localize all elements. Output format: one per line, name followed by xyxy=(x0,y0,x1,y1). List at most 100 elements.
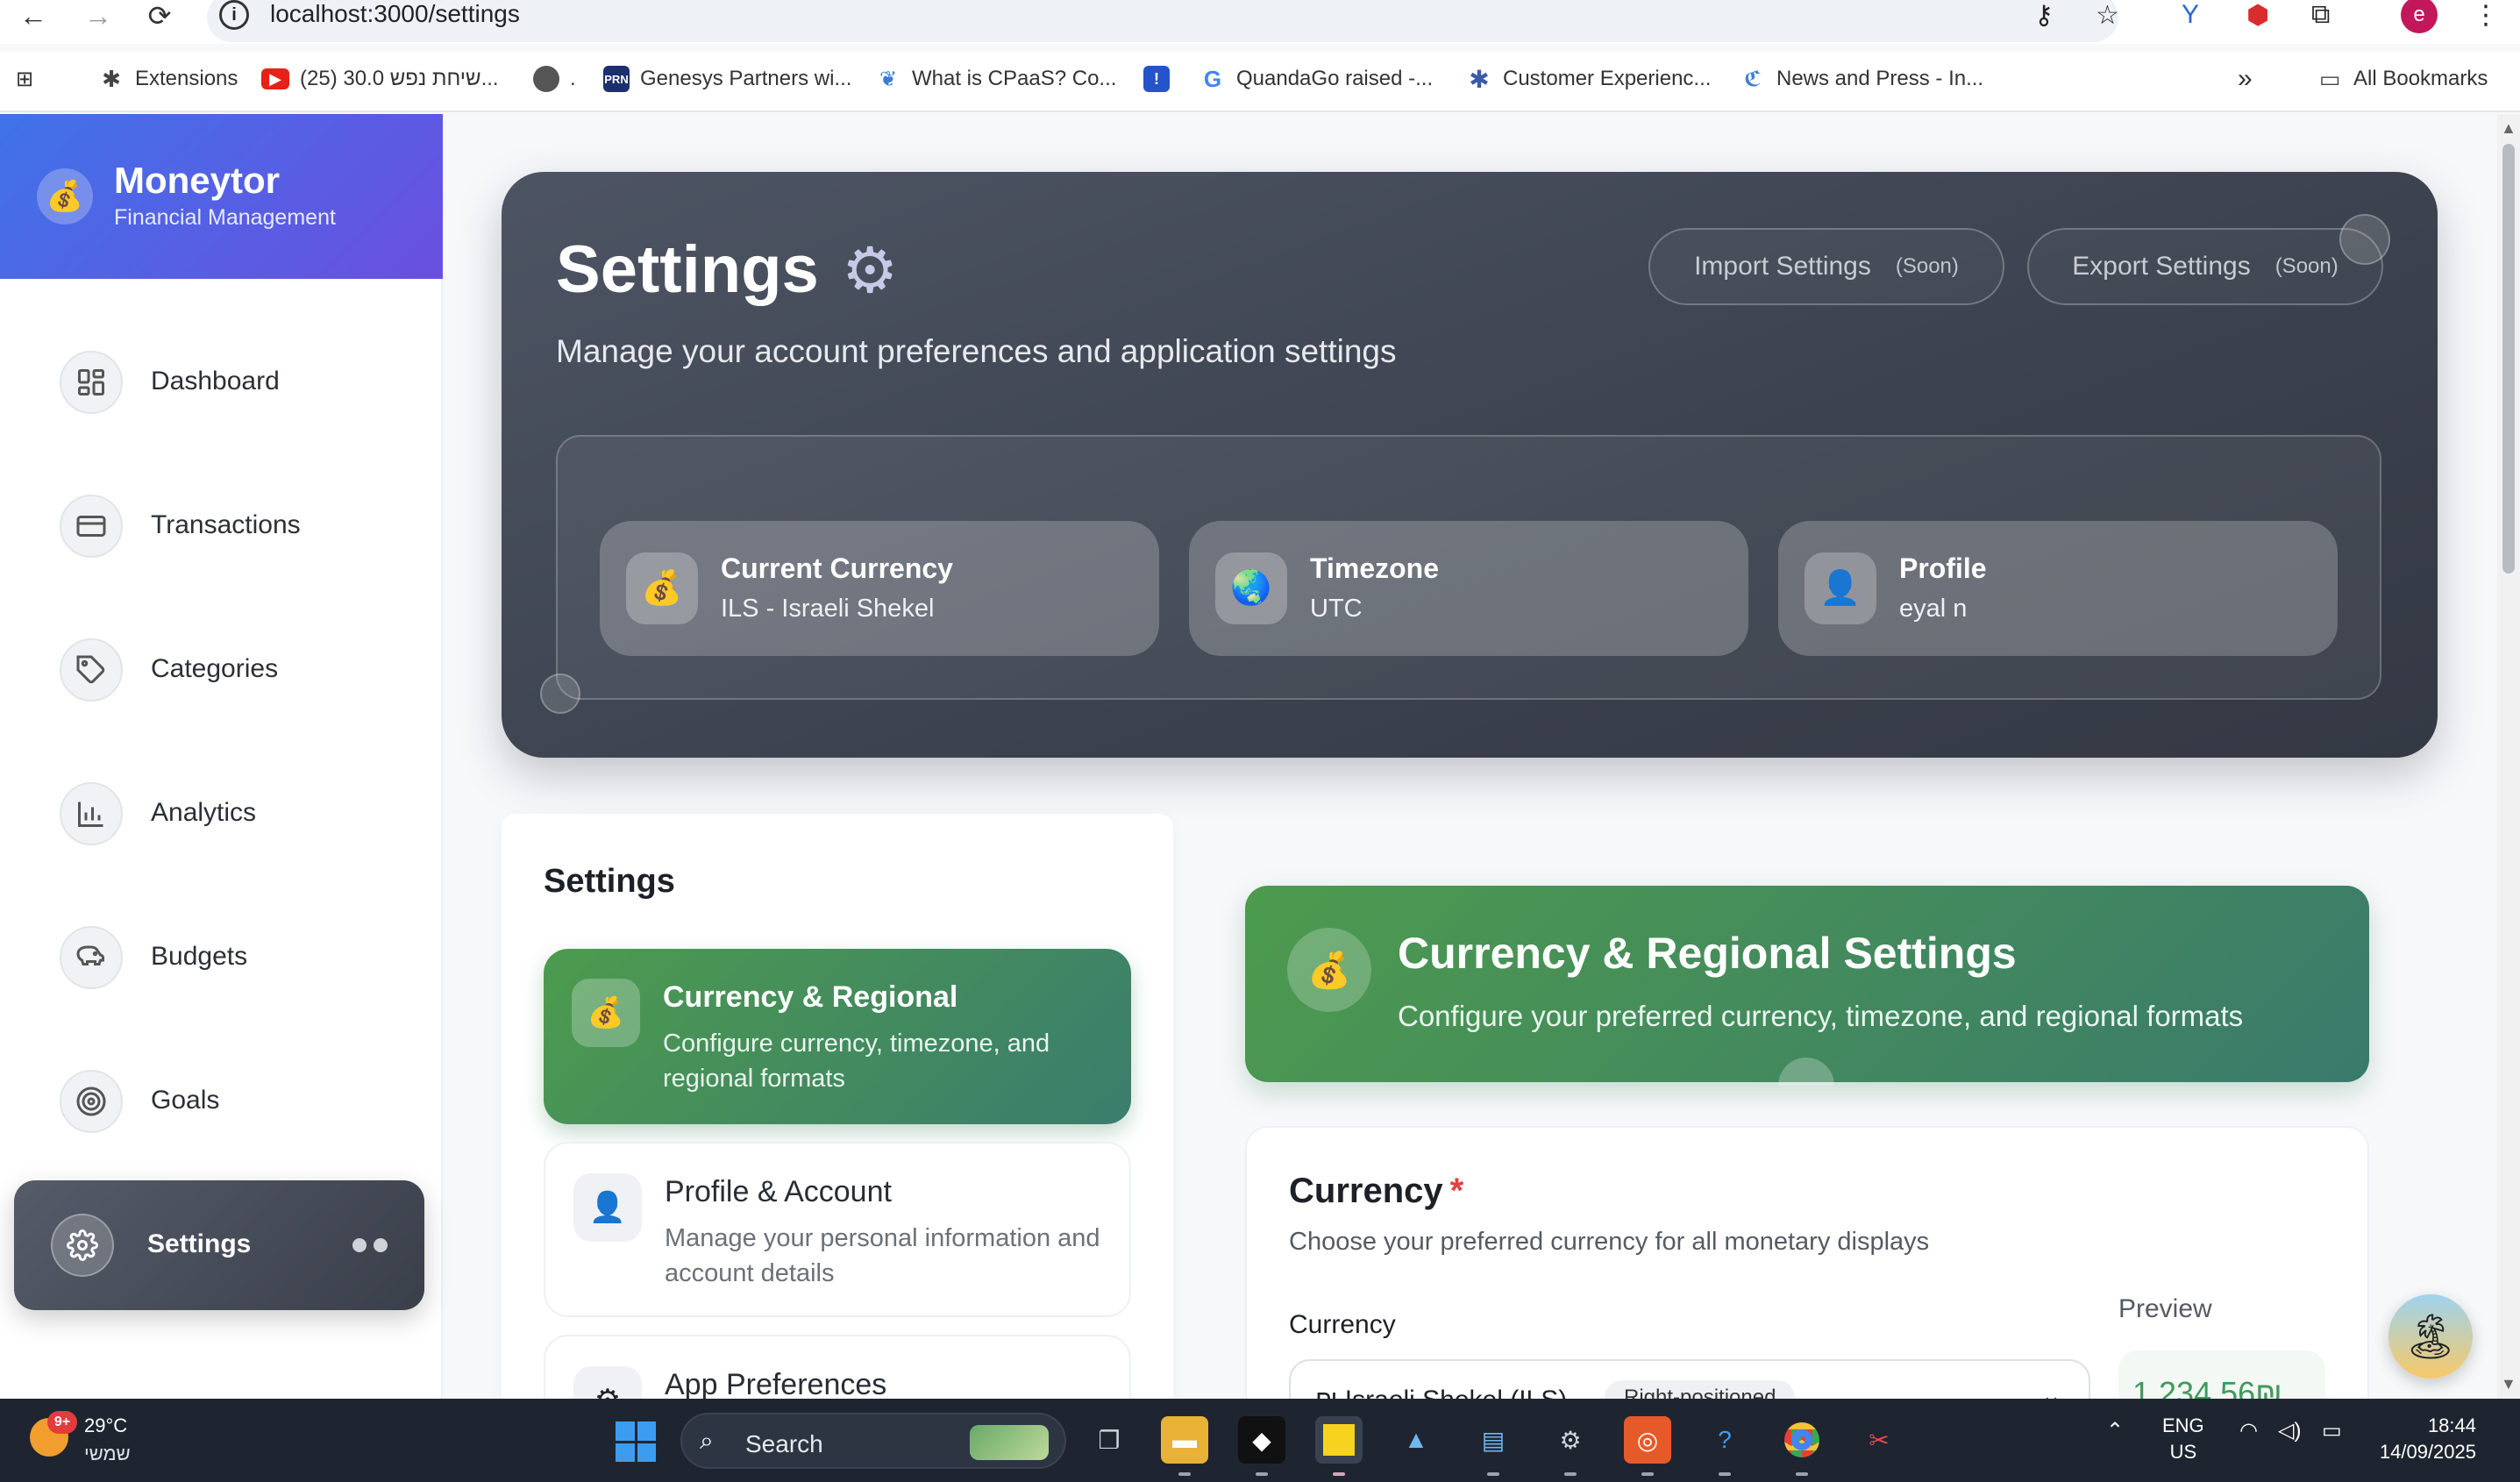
sidebar-item-analytics[interactable]: Analytics xyxy=(0,756,443,861)
sidebar-item-settings[interactable]: Settings xyxy=(14,1180,424,1310)
menu-item-currency-regional[interactable]: 💰 Currency & Regional Configure currency… xyxy=(544,949,1131,1124)
bookmark-customer-experience[interactable]: ✱ Customer Experienc... xyxy=(1466,63,1711,95)
settings-menu: Settings 💰 Currency & Regional Configure… xyxy=(502,814,1173,1482)
google-icon: G xyxy=(1203,65,1222,92)
task-view-icon[interactable]: ❐ xyxy=(1086,1416,1133,1464)
stat-card-profile: 👤 Profile eyal n xyxy=(1778,521,2338,656)
money-bag-icon: 💰 xyxy=(37,168,93,224)
decorative-circle xyxy=(2339,214,2390,265)
wifi-icon[interactable]: ◠ xyxy=(2239,1418,2258,1443)
volume-icon[interactable]: ◁) xyxy=(2278,1418,2301,1443)
section-subtitle: Configure your preferred currency, timez… xyxy=(1398,1000,2244,1032)
sidebar-item-goals[interactable]: Goals xyxy=(0,1044,443,1149)
bookmark-dot[interactable]: . xyxy=(533,63,576,95)
money-bag-icon: 💰 xyxy=(1287,928,1371,1012)
prn-icon: PRN xyxy=(603,66,630,92)
dashboard-icon xyxy=(60,351,123,414)
stat-card-currency: 💰 Current Currency ILS - Israeli Shekel xyxy=(600,521,1159,656)
youtube-icon: ▶ xyxy=(261,68,289,89)
windows-taskbar: 9+ 29°C שמשי ⌕ Search ❐ ▬ ◆ ▲ ▤ ⚙ ◎ ? ✂ … xyxy=(0,1399,2520,1482)
sidebar-item-label: Analytics xyxy=(151,798,257,827)
sticky-notes-icon[interactable] xyxy=(1315,1416,1363,1476)
exclamation-icon: ! xyxy=(1143,66,1170,92)
weather-temperature[interactable]: 29°C xyxy=(84,1414,127,1437)
bookmark-quandago[interactable]: G QuandaGo raised -... xyxy=(1199,63,1433,95)
extension-shield-icon[interactable]: ⬢ xyxy=(2246,0,2269,30)
section-header: 💰 Currency & Regional Settings Configure… xyxy=(1245,886,2369,1086)
taskbar-search[interactable]: ⌕ Search xyxy=(680,1413,1066,1469)
stocks-app-icon[interactable]: ▲ xyxy=(1392,1416,1440,1464)
battery-icon[interactable]: ▭ xyxy=(2322,1418,2342,1443)
back-icon[interactable]: ← xyxy=(16,0,51,32)
menu-item-profile-account[interactable]: 👤 Profile & Account Manage your personal… xyxy=(544,1142,1131,1317)
apps-grid-icon[interactable]: ⊞ xyxy=(16,63,33,95)
bookmark-star-icon[interactable]: ☆ xyxy=(2096,0,2119,30)
help-icon[interactable]: ? xyxy=(1701,1416,1748,1476)
brand-name: Moneytor xyxy=(114,160,280,201)
gear-icon xyxy=(51,1214,114,1277)
all-bookmarks[interactable]: ▭ All Bookmarks xyxy=(2317,63,2488,95)
terminal-app-icon[interactable]: ◆ xyxy=(1238,1416,1285,1476)
brand-subtitle: Financial Management xyxy=(114,205,336,230)
url-text[interactable]: localhost:3000/settings xyxy=(270,0,520,28)
chrome-icon[interactable] xyxy=(1778,1416,1826,1476)
settings-app-icon[interactable]: ⚙ xyxy=(1547,1416,1594,1476)
brand-header[interactable]: 💰 Moneytor Financial Management xyxy=(0,114,443,279)
currency-card-subtitle: Choose your preferred currency for all m… xyxy=(1289,1228,1930,1256)
currency-card: Currency * Choose your preferred currency… xyxy=(1245,1126,2369,1442)
weather-condition: שמשי xyxy=(84,1443,131,1464)
tag-icon xyxy=(60,638,123,702)
beach-assistant-button[interactable]: 🏝 xyxy=(2388,1294,2473,1379)
sidebar-item-dashboard[interactable]: Dashboard xyxy=(0,324,443,430)
currency-field-label: Currency xyxy=(1289,1310,1396,1339)
globe-icon: 🌏 xyxy=(1215,552,1287,624)
menu-kebab-icon[interactable]: ⋮ xyxy=(2473,0,2499,30)
snipping-tool-icon[interactable]: ✂ xyxy=(1855,1416,1903,1464)
sidebar-item-label: Transactions xyxy=(151,510,301,539)
extension-y-icon[interactable]: Y xyxy=(2182,0,2199,30)
bookmark-youtube[interactable]: ▶ (25) שיחת נפש 30.0... xyxy=(261,63,499,95)
export-settings-button[interactable]: Export Settings (Soon) xyxy=(2027,228,2383,305)
profile-avatar[interactable]: e xyxy=(2401,0,2438,33)
extensions-puzzle-icon[interactable]: ⧉ xyxy=(2311,0,2330,30)
forward-icon[interactable]: → xyxy=(81,0,116,32)
puzzle-icon: ✱ xyxy=(102,65,121,92)
card-icon xyxy=(60,495,123,558)
notepad-icon[interactable]: ▤ xyxy=(1470,1416,1517,1476)
site-info-icon[interactable]: i xyxy=(219,0,249,30)
language-indicator[interactable]: ENG US xyxy=(2162,1413,2204,1465)
sidebar-item-budgets[interactable]: Budgets xyxy=(0,900,443,1005)
windows-start-icon[interactable] xyxy=(616,1421,656,1462)
page-scrollbar[interactable]: ▲ ▼ xyxy=(2497,114,2520,1399)
bookmark-genesys[interactable]: PRN Genesys Partners wi... xyxy=(603,63,851,95)
sidebar-item-label: Dashboard xyxy=(151,367,280,395)
sidebar-item-label: Budgets xyxy=(151,942,248,971)
tray-chevron-up-icon[interactable]: ⌃ xyxy=(2106,1418,2124,1443)
bookmark-news[interactable]: ℭ News and Press - In... xyxy=(1740,63,1983,95)
currency-card-title: Currency * xyxy=(1289,1172,1464,1210)
sidebar-item-transactions[interactable]: Transactions xyxy=(0,468,443,574)
import-settings-button[interactable]: Import Settings (Soon) xyxy=(1648,228,2004,305)
scrollbar-thumb[interactable] xyxy=(2502,144,2515,574)
reload-icon[interactable]: ⟳ xyxy=(142,0,177,32)
sidebar-item-categories[interactable]: Categories xyxy=(0,612,443,717)
search-highlight-image xyxy=(970,1425,1049,1460)
password-key-icon[interactable]: ⚷ xyxy=(2034,0,2054,30)
settings-menu-title: Settings xyxy=(544,863,675,900)
sidebar-item-label: Categories xyxy=(151,654,279,683)
bookmark-exclamation[interactable]: ! xyxy=(1143,63,1170,95)
bookmark-extensions[interactable]: ✱ Extensions xyxy=(98,63,238,95)
bookmark-cpaas[interactable]: ❦ What is CPaaS? Co... xyxy=(875,63,1117,95)
file-explorer-icon[interactable]: ▬ xyxy=(1161,1416,1208,1476)
star-cog-icon: ✱ xyxy=(1469,65,1490,93)
user-icon: 👤 xyxy=(573,1173,642,1242)
sidebar-item-label: Settings xyxy=(147,1229,252,1258)
scroll-up-icon[interactable]: ▲ xyxy=(2501,119,2516,138)
scroll-down-icon[interactable]: ▼ xyxy=(2501,1375,2516,1393)
system-clock[interactable]: 18:44 14/09/2025 xyxy=(2371,1413,2476,1465)
active-indicator-dots xyxy=(352,1238,388,1252)
settings-hero: Settings ⚙ Manage your account preferenc… xyxy=(502,172,2438,758)
ubuntu-icon[interactable]: ◎ xyxy=(1624,1416,1671,1476)
more-bookmarks-icon[interactable]: » xyxy=(2238,63,2253,95)
address-bar-row: ← → ⟳ i localhost:3000/settings ⚷ ☆ Y ⬢ … xyxy=(0,0,2520,44)
